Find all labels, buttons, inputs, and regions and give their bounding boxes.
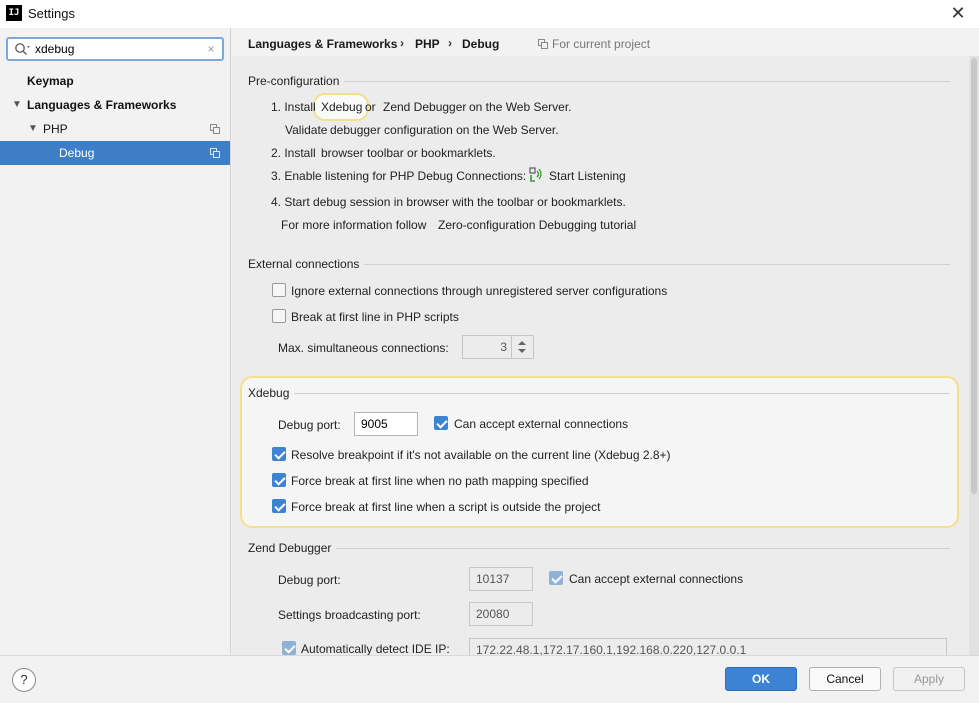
sidebar-item-languages-frameworks[interactable]: ▼ Languages & Frameworks xyxy=(0,93,230,117)
xdebug-accept-external-label: Can accept external connections xyxy=(454,417,629,431)
bookmarklets-link[interactable]: browser toolbar or bookmarklets. xyxy=(321,146,496,160)
cancel-button[interactable]: Cancel xyxy=(809,667,881,691)
zend-title: Zend Debugger xyxy=(248,541,332,555)
ide-ip-input: 172.22.48.1,172.17.160.1,192.168.0.220,1… xyxy=(469,638,947,655)
zend-accept-external-label: Can accept external connections xyxy=(569,572,744,586)
validate-suffix: debugger configuration on the Web Server… xyxy=(330,123,559,137)
expand-arrow-icon[interactable]: ▼ xyxy=(12,93,22,117)
external-title: External connections xyxy=(248,257,360,271)
divider xyxy=(364,264,950,265)
apply-button[interactable]: Apply xyxy=(893,667,965,691)
divider xyxy=(344,81,950,82)
project-scope-icon xyxy=(210,148,220,158)
divider xyxy=(336,548,950,549)
step3-text: 3. Enable listening for PHP Debug Connec… xyxy=(271,169,527,183)
step4-text: 4. Start debug session in browser with t… xyxy=(271,195,626,209)
zend-debugger-link[interactable]: Zend Debugger xyxy=(383,100,466,114)
break-first-line-label: Break at first line in PHP scripts xyxy=(291,310,459,324)
divider xyxy=(294,393,950,394)
max-connections-value: 3 xyxy=(500,340,507,354)
ok-button[interactable]: OK xyxy=(725,667,797,691)
xdebug-link[interactable]: Xdebug xyxy=(321,100,362,114)
zend-port-label: Debug port: xyxy=(278,573,341,587)
sidebar-item-debug[interactable]: Debug xyxy=(0,141,230,165)
step2-prefix: 2. Install xyxy=(271,146,316,160)
breadcrumb-item[interactable]: PHP xyxy=(415,37,440,51)
sidebar-item-label: Debug xyxy=(59,146,95,160)
settings-content: Pre-configuration 1. Install Xdebug or Z… xyxy=(232,56,969,655)
phone-listen-icon[interactable] xyxy=(529,167,543,183)
step1-or: or xyxy=(365,100,376,114)
sidebar-item-keymap[interactable]: Keymap xyxy=(0,69,230,93)
xdebug-port-label: Debug port: xyxy=(278,418,341,432)
start-listening-link[interactable]: Start Listening xyxy=(549,169,626,183)
title-bar: IJ Settings ✕ xyxy=(0,0,979,28)
step1-prefix: 1. Install xyxy=(271,100,316,114)
breadcrumb-separator: › xyxy=(400,36,404,50)
max-connections-spinner[interactable]: 3 xyxy=(462,335,534,359)
autodetect-ip-checkbox xyxy=(282,641,296,655)
xdebug-port-input[interactable] xyxy=(354,412,418,436)
help-button[interactable]: ? xyxy=(12,668,36,692)
spinner-arrows-icon[interactable] xyxy=(511,336,533,358)
zend-accept-external-checkbox xyxy=(549,571,563,585)
force-break-outside-label: Force break at first line when a script … xyxy=(291,500,601,514)
validate-link[interactable]: Validate xyxy=(285,123,327,137)
clear-search-icon[interactable]: × xyxy=(204,41,218,57)
breadcrumb: Languages & Frameworks › PHP › Debug For… xyxy=(232,28,979,56)
preconfig-title: Pre-configuration xyxy=(248,74,340,88)
tutorial-link[interactable]: Zero-configuration Debugging tutorial xyxy=(438,218,636,232)
dialog-button-bar: ? OK Cancel Apply xyxy=(0,655,979,703)
project-scope-icon xyxy=(538,39,548,49)
max-connections-label: Max. simultaneous connections: xyxy=(278,341,449,355)
search-icon xyxy=(15,43,30,56)
breadcrumb-separator: › xyxy=(448,36,452,50)
sidebar-item-label: PHP xyxy=(43,122,68,136)
autodetect-ip-label: Automatically detect IDE IP: xyxy=(301,642,450,655)
settings-sidebar: × Keymap ▼ Languages & Frameworks ▼ PHP … xyxy=(0,28,231,655)
scope-label: For current project xyxy=(552,37,651,51)
breadcrumb-item[interactable]: Languages & Frameworks xyxy=(248,37,397,51)
force-break-outside-checkbox[interactable] xyxy=(272,499,286,513)
resolve-breakpoint-checkbox[interactable] xyxy=(272,447,286,461)
broadcast-port-input: 20080 xyxy=(469,602,533,626)
ignore-external-label: Ignore external connections through unre… xyxy=(291,284,668,298)
xdebug-accept-external-checkbox[interactable] xyxy=(434,416,448,430)
window-title: Settings xyxy=(28,6,75,21)
breadcrumb-item: Debug xyxy=(462,37,500,51)
search-box[interactable]: × xyxy=(6,37,224,61)
project-scope-icon xyxy=(210,124,220,134)
ignore-external-checkbox[interactable] xyxy=(272,283,286,297)
resolve-breakpoint-label: Resolve breakpoint if it's not available… xyxy=(291,448,671,462)
broadcast-port-label: Settings broadcasting port: xyxy=(278,608,421,622)
xdebug-title: Xdebug xyxy=(248,386,290,400)
sidebar-item-php[interactable]: ▼ PHP xyxy=(0,117,230,141)
zend-port-input: 10137 xyxy=(469,567,533,591)
sidebar-item-label: Keymap xyxy=(27,74,74,88)
force-break-no-mapping-checkbox[interactable] xyxy=(272,473,286,487)
intellij-logo-icon: IJ xyxy=(6,5,22,21)
break-first-line-checkbox[interactable] xyxy=(272,309,286,323)
sidebar-item-label: Languages & Frameworks xyxy=(27,98,177,112)
search-input[interactable] xyxy=(35,41,195,57)
force-break-no-mapping-label: Force break at first line when no path m… xyxy=(291,474,589,488)
close-icon[interactable]: ✕ xyxy=(948,3,968,23)
expand-arrow-icon[interactable]: ▼ xyxy=(28,117,38,141)
more-info-prefix: For more information follow xyxy=(281,218,427,232)
step1-suffix: on the Web Server. xyxy=(469,100,572,114)
scrollbar-thumb[interactable] xyxy=(971,58,977,494)
